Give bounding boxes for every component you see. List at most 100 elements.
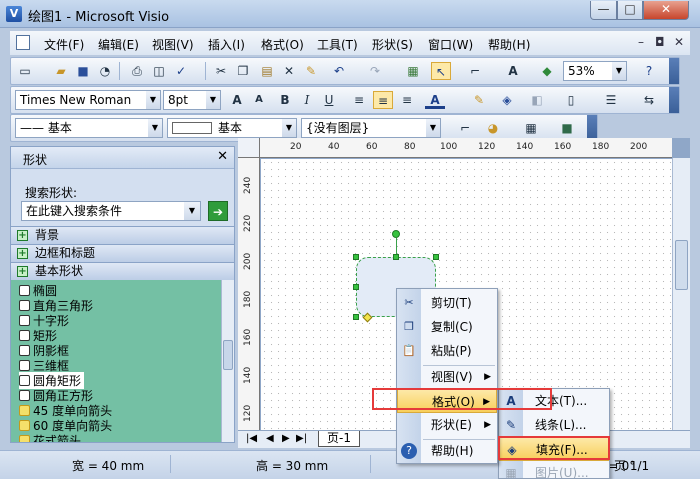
prev-page-icon[interactable]: ◀ [266,433,274,444]
toolbar-options-grip[interactable] [669,58,679,84]
line-weight-icon[interactable]: ▯ [561,91,581,109]
font-select[interactable]: Times New Roman ▼ [15,90,161,110]
align-center-icon[interactable]: ≡ [373,91,393,109]
context-copy[interactable]: ❐ 复制(C) [397,315,497,339]
mdi-close-icon[interactable]: ✕ [674,35,684,49]
document-icon[interactable] [16,35,30,50]
chevron-down-icon[interactable]: ▼ [612,62,626,80]
next-page-icon[interactable]: ▶ [282,433,290,444]
open-icon[interactable]: ▰ [51,62,71,80]
rotation-handle[interactable] [392,230,400,238]
chevron-down-icon[interactable]: ▼ [206,91,220,109]
pointer-tool-icon[interactable]: ↖ [431,62,451,80]
underline-icon[interactable]: U [319,91,339,109]
save-icon[interactable]: ■ [73,62,93,80]
stencil-borders-titles[interactable]: + 边框和标题 [11,244,234,262]
menu-shape[interactable]: 形状(S) [372,36,413,53]
context-shape[interactable]: 形状(E) ▶ [397,413,497,437]
shadow-color-icon[interactable]: ◧ [527,91,547,109]
fill-style-select[interactable]: 基本 ▼ [167,118,297,138]
menu-file[interactable]: 文件(F) [44,36,84,53]
help-icon[interactable]: ? [639,62,659,80]
permission-icon[interactable]: ◔ [95,62,115,80]
font-size-select[interactable]: 8pt ▼ [163,90,221,110]
tab-page-1[interactable]: 页-1 [318,431,360,447]
print-preview-icon[interactable]: ◫ [149,62,169,80]
shapes-scrollbar[interactable] [221,280,234,442]
theme-colors-icon[interactable]: ◕ [483,119,503,137]
copy-icon[interactable]: ❐ [233,62,253,80]
selection-handle[interactable] [433,254,439,260]
layer-select[interactable]: {没有图层} ▼ [301,118,441,138]
shape-item-fancy-arrow[interactable]: 花式箭头 [19,432,81,442]
spelling-icon[interactable]: ✓ [171,62,191,80]
connector-tool-icon[interactable]: ⌐ [465,62,485,80]
text-tool-icon[interactable]: A [503,62,523,80]
vertical-scrollbar[interactable] [672,158,690,430]
close-button[interactable]: ✕ [643,1,689,20]
visio-app-icon[interactable]: V [6,6,22,22]
fill-color-icon[interactable]: ◈ [497,91,517,109]
menu-insert[interactable]: 插入(I) [208,36,245,53]
stamp-tool-icon[interactable]: ◆ [537,62,557,80]
line-pattern-icon[interactable]: ☰ [601,91,621,109]
context-cut[interactable]: ✂ 剪切(T) [397,291,497,315]
stencil-background[interactable]: + 背景 [11,226,234,244]
connector-style-icon[interactable]: ⌐ [455,119,475,137]
line-color-icon[interactable]: ✎ [469,91,489,109]
ruler-corner[interactable] [238,138,260,158]
line-style-select[interactable]: —— 基本 ▼ [15,118,163,138]
cut-icon[interactable]: ✂ [211,62,231,80]
first-page-icon[interactable]: |◀ [246,433,257,444]
chevron-down-icon[interactable]: ▼ [282,119,296,137]
undo-icon[interactable]: ↶ [329,62,349,80]
search-go-button[interactable]: ➔ [208,201,228,221]
align-right-icon[interactable]: ≡ [397,91,417,109]
stencil-basic-shapes[interactable]: + 基本形状 [11,262,234,280]
toolbar-options-grip[interactable] [669,87,679,113]
scroll-thumb[interactable] [223,340,233,370]
fill-pattern-icon[interactable]: ▦ [521,119,541,137]
zoom-select[interactable]: 53% ▼ [563,61,627,81]
context-view[interactable]: 视图(V) ▶ [397,365,497,389]
new-icon[interactable]: ▭ [15,62,35,80]
print-icon[interactable]: ⎙ [127,62,147,80]
chevron-down-icon[interactable]: ▼ [148,119,162,137]
grow-font-icon[interactable]: A [227,91,247,109]
shadow-icon[interactable]: ■ [557,119,577,137]
format-painter-icon[interactable]: ✎ [301,62,321,80]
maximize-button[interactable]: □ [617,1,643,20]
context-help[interactable]: ? 帮助(H) [397,439,497,463]
selection-handle[interactable] [393,254,399,260]
last-page-icon[interactable]: ▶| [296,433,307,444]
mdi-restore-icon[interactable]: ◘ [655,35,665,49]
chevron-down-icon[interactable]: ▼ [146,91,160,109]
menu-tools[interactable]: 工具(T) [317,36,358,53]
context-paste[interactable]: 📋 粘贴(P) [397,339,497,363]
minimize-button[interactable]: — [590,1,617,20]
menu-view[interactable]: 视图(V) [152,36,194,53]
selection-handle[interactable] [353,284,359,290]
font-color-icon[interactable]: A [425,91,445,109]
shapes-window-icon[interactable]: ▦ [403,62,423,80]
mdi-minimize-icon[interactable]: – [638,35,644,49]
paste-icon[interactable]: ▤ [257,62,277,80]
shrink-font-icon[interactable]: A [249,91,269,109]
search-shapes-input[interactable]: 在此键入搜索条件 ▼ [21,201,201,221]
align-left-icon[interactable]: ≡ [349,91,369,109]
close-icon[interactable]: ✕ [217,149,228,164]
submenu-picture[interactable]: ▦ 图片(U)... [499,461,609,478]
menu-window[interactable]: 窗口(W) [428,36,473,53]
bold-icon[interactable]: B [275,91,295,109]
chevron-down-icon[interactable]: ▼ [426,119,440,137]
line-ends-icon[interactable]: ⇆ [639,91,659,109]
italic-icon[interactable]: I [297,91,317,109]
scroll-thumb[interactable] [675,240,688,290]
menu-edit[interactable]: 编辑(E) [98,36,139,53]
chevron-down-icon[interactable]: ▼ [184,202,200,220]
delete-icon[interactable]: ✕ [279,62,299,80]
menu-help[interactable]: 帮助(H) [488,36,530,53]
menu-format[interactable]: 格式(O) [261,36,304,53]
redo-icon[interactable]: ↷ [365,62,385,80]
selection-handle[interactable] [353,254,359,260]
